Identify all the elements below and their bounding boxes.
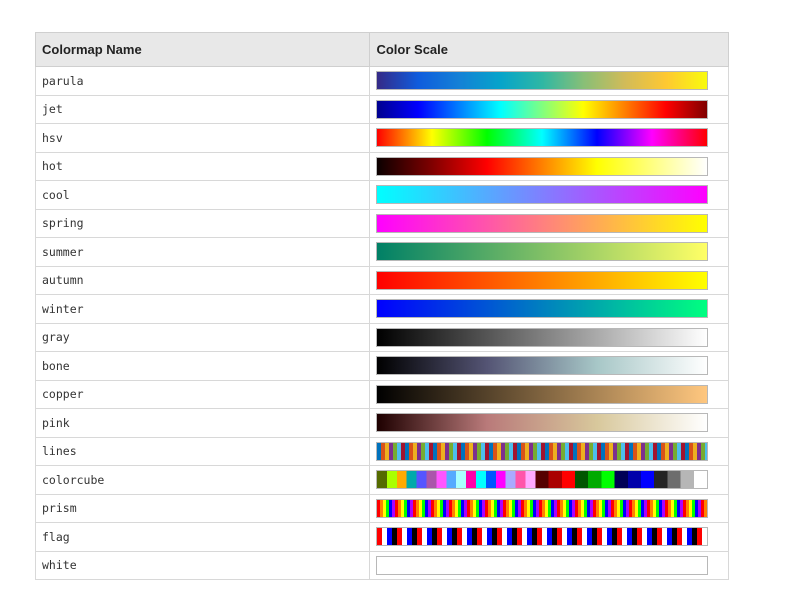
table-row: white (34, 550, 729, 580)
colormap-name: parula (34, 66, 371, 96)
table-row: prism (34, 493, 729, 523)
color-scale-swatch (376, 213, 709, 233)
color-scale-swatch (376, 356, 709, 376)
color-scale-cell (369, 66, 729, 96)
colormap-name: lines (34, 436, 371, 466)
color-scale-cell (369, 436, 729, 466)
color-scale-swatch (376, 555, 709, 575)
color-scale-swatch (376, 327, 709, 347)
color-scale-swatch (376, 498, 709, 518)
color-scale-cell (369, 123, 729, 153)
color-scale-cell (369, 237, 729, 267)
header-color-scale: Color Scale (369, 32, 729, 67)
color-scale-swatch (376, 299, 709, 319)
table-row: summer (34, 237, 729, 267)
color-scale-swatch (376, 270, 709, 290)
color-scale-swatch (376, 156, 709, 176)
color-scale-cell (369, 493, 729, 523)
colormap-name: jet (34, 94, 371, 124)
color-scale-cell (369, 294, 729, 324)
table-row: cool (34, 180, 729, 210)
color-scale-swatch (376, 71, 709, 91)
color-scale-cell (369, 379, 729, 409)
colormap-name: spring (34, 208, 371, 238)
table-row: gray (34, 322, 729, 352)
table-row: copper (34, 379, 729, 409)
colormap-name: gray (34, 322, 371, 352)
color-scale-swatch (376, 99, 709, 119)
color-scale-swatch (376, 242, 709, 262)
color-scale-swatch (376, 384, 709, 404)
table-row: lines (34, 436, 729, 466)
colormap-table: Colormap Name Color Scale parula jet hsv ho… (34, 32, 729, 580)
color-scale-cell (369, 265, 729, 295)
table-row: spring (34, 208, 729, 238)
table-row: flag (34, 522, 729, 552)
color-scale-cell (369, 208, 729, 238)
table-row: bone (34, 351, 729, 381)
table-row: colorcube (34, 465, 729, 495)
color-scale-swatch (376, 413, 709, 433)
colormap-name: white (34, 550, 371, 580)
color-scale-swatch (376, 128, 709, 148)
colormap-name: summer (34, 237, 371, 267)
colormap-name: copper (34, 379, 371, 409)
color-scale-swatch (376, 185, 709, 205)
color-scale-cell (369, 94, 729, 124)
colormap-name: prism (34, 493, 371, 523)
colormap-table-body: parula jet hsv hot cool spring summer autumn win… (34, 66, 729, 580)
table-header-row: Colormap Name Color Scale (34, 32, 729, 67)
color-scale-cell (369, 522, 729, 552)
colormap-name: autumn (34, 265, 371, 295)
table-row: parula (34, 66, 729, 96)
color-scale-cell (369, 351, 729, 381)
table-row: pink (34, 408, 729, 438)
color-scale-cell (369, 322, 729, 352)
colormap-name: colorcube (34, 465, 371, 495)
color-scale-cell (369, 408, 729, 438)
colormap-name: winter (34, 294, 371, 324)
color-scale-swatch (376, 527, 709, 547)
table-row: hot (34, 151, 729, 181)
table-row: autumn (34, 265, 729, 295)
color-scale-swatch (376, 470, 709, 490)
color-scale-cell (369, 180, 729, 210)
table-row: jet (34, 94, 729, 124)
color-scale-cell (369, 465, 729, 495)
colormap-name: pink (34, 408, 371, 438)
colormap-name: flag (34, 522, 371, 552)
color-scale-cell (369, 151, 729, 181)
color-scale-swatch (376, 441, 709, 461)
colormap-name: hsv (34, 123, 371, 153)
colormap-name: cool (34, 180, 371, 210)
table-row: hsv (34, 123, 729, 153)
colormap-name: bone (34, 351, 371, 381)
color-scale-cell (369, 550, 729, 580)
table-row: winter (34, 294, 729, 324)
colormap-name: hot (34, 151, 371, 181)
header-colormap-name: Colormap Name (34, 32, 371, 67)
